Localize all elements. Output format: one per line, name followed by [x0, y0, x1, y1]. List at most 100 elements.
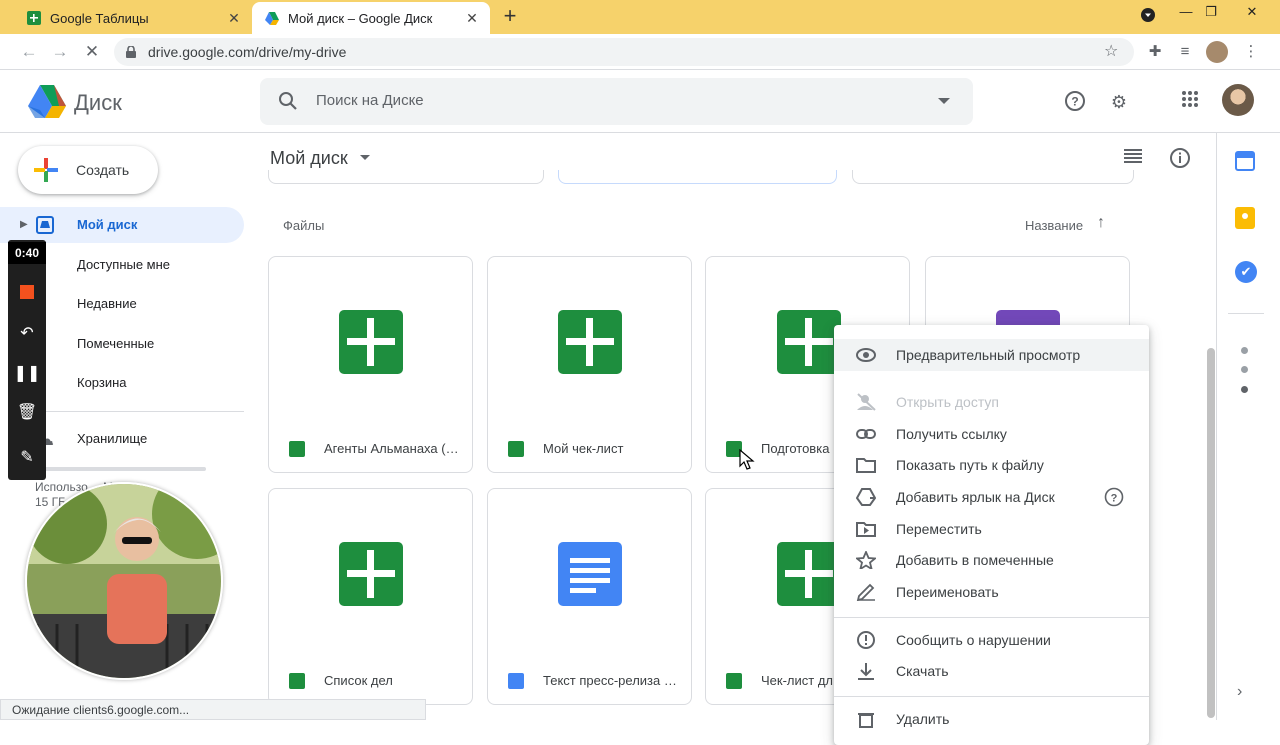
folder-card-partial[interactable]: [558, 170, 837, 184]
tab-close-icon[interactable]: ✕: [222, 10, 246, 27]
rail-dot-icon[interactable]: [1241, 347, 1248, 354]
sidebar-item-label: Хранилище: [77, 431, 148, 446]
drive-favicon-icon: [265, 12, 279, 25]
url-text: drive.google.com/drive/my-drive: [148, 44, 347, 60]
file-card[interactable]: Список дел: [268, 488, 473, 705]
menu-item-star[interactable]: Добавить в помеченные: [834, 544, 1149, 576]
pen-icon[interactable]: ✎: [8, 440, 46, 476]
bookmark-star-icon[interactable]: ☆: [1104, 38, 1118, 66]
pause-icon[interactable]: ❚❚: [8, 356, 46, 392]
menu-item-show-location[interactable]: Показать путь к файлу: [834, 449, 1149, 481]
extensions-puzzle-icon[interactable]: ✚: [1144, 41, 1166, 63]
drive-logo-icon[interactable]: [28, 85, 66, 118]
chrome-menu-icon[interactable]: ⋮: [1240, 41, 1262, 63]
keep-icon[interactable]: [1235, 207, 1255, 229]
calendar-icon[interactable]: [1235, 151, 1255, 171]
tab-google-sheets[interactable]: Google Таблицы ✕: [14, 2, 252, 34]
search-bar[interactable]: Поиск на Диске: [260, 78, 973, 125]
tab-close-icon[interactable]: ✕: [460, 10, 484, 27]
account-avatar[interactable]: [1222, 84, 1254, 116]
tasks-icon[interactable]: ✔: [1235, 261, 1257, 283]
search-options-dropdown-icon[interactable]: [938, 98, 950, 106]
main-scrollbar[interactable]: [1207, 348, 1215, 718]
sheets-thumbnail-icon: [777, 542, 841, 606]
file-name: Список дел: [324, 673, 393, 688]
info-icon[interactable]: [1169, 147, 1191, 169]
file-card[interactable]: Агенты Альманаха (…: [268, 256, 473, 473]
undo-icon[interactable]: ↶: [8, 316, 46, 352]
file-name: Агенты Альманаха (…: [324, 441, 459, 456]
tab-title: Google Таблицы: [50, 10, 149, 26]
title-dropdown-icon[interactable]: [360, 155, 370, 161]
section-label: Файлы: [283, 218, 325, 233]
back-arrow-icon[interactable]: ←: [17, 40, 41, 64]
menu-item-add-shortcut[interactable]: Добавить ярлык на Диск ?: [834, 481, 1149, 513]
sort-direction-arrow-icon[interactable]: ↑: [1097, 214, 1105, 232]
docs-thumbnail-icon: [558, 542, 622, 606]
file-thumbnail: [488, 257, 691, 422]
shortcut-icon: [856, 488, 876, 506]
folder-card-partial[interactable]: [268, 170, 544, 184]
help-icon[interactable]: ?: [1063, 90, 1087, 114]
media-controls-icon[interactable]: ≡: [1174, 41, 1196, 63]
menu-item-get-link[interactable]: Получить ссылку: [834, 418, 1149, 450]
trash-icon: [858, 713, 874, 728]
apps-grid-icon[interactable]: [1178, 90, 1202, 114]
tab-search-icon[interactable]: [1134, 4, 1162, 25]
sidebar-item-label: Доступные мне: [77, 257, 171, 272]
expand-arrow-icon[interactable]: ▶: [20, 207, 28, 243]
expand-panel-chevron-icon[interactable]: ›: [1237, 683, 1242, 701]
sheets-favicon-icon: [27, 11, 41, 25]
page-title[interactable]: Мой диск: [270, 148, 348, 169]
sheets-thumbnail-icon: [339, 542, 403, 606]
menu-item-rename[interactable]: Переименовать: [834, 576, 1149, 608]
trash-icon[interactable]: 🗑: [8, 395, 46, 431]
browser-toolbar: ← → ✕ drive.google.com/drive/my-drive ☆ …: [0, 34, 1280, 70]
file-card[interactable]: Текст пресс-релиза …: [487, 488, 692, 705]
create-button[interactable]: Создать: [18, 146, 158, 194]
storage-bar: [35, 467, 206, 471]
link-icon: [856, 429, 876, 439]
sidebar-divider: [35, 411, 244, 412]
new-tab-button[interactable]: +: [498, 5, 522, 29]
sidebar-item-label: Недавние: [77, 296, 137, 311]
drive-header: Диск Поиск на Диске ? ⚙: [0, 70, 1280, 133]
search-icon: [279, 92, 297, 110]
sidebar-item-my-drive[interactable]: ▶ Мой диск: [0, 207, 244, 243]
search-input[interactable]: Поиск на Диске: [316, 92, 424, 109]
eye-icon: [856, 348, 876, 362]
menu-item-preview[interactable]: Предварительный просмотр: [834, 339, 1149, 371]
record-stop-icon[interactable]: [8, 274, 46, 310]
file-thumbnail: [269, 489, 472, 654]
menu-item-download[interactable]: Скачать: [834, 655, 1149, 687]
plus-color-icon: [34, 158, 58, 182]
minimize-icon[interactable]: —: [1172, 4, 1200, 19]
profile-avatar-icon[interactable]: [1206, 41, 1228, 63]
stop-loading-icon[interactable]: ✕: [80, 40, 104, 64]
sidebar-item-label: Мой диск: [77, 217, 138, 232]
sort-label[interactable]: Название: [1025, 218, 1083, 233]
menu-item-report[interactable]: Сообщить о нарушении: [834, 624, 1149, 656]
forward-arrow-icon[interactable]: →: [48, 40, 72, 64]
tab-title: Мой диск – Google Диск: [288, 10, 433, 26]
close-window-icon[interactable]: ✕: [1238, 4, 1266, 20]
help-icon[interactable]: ?: [1104, 487, 1124, 507]
menu-item-share: Открыть доступ: [834, 386, 1149, 418]
download-icon: [858, 663, 874, 680]
tab-my-drive[interactable]: Мой диск – Google Диск ✕: [252, 2, 490, 34]
menu-item-move[interactable]: Переместить: [834, 513, 1149, 545]
settings-gear-icon[interactable]: ⚙: [1107, 90, 1131, 114]
file-card[interactable]: Мой чек-лист: [487, 256, 692, 473]
address-bar[interactable]: drive.google.com/drive/my-drive ☆: [114, 38, 1134, 66]
sidebar-item-label: Корзина: [77, 375, 127, 390]
menu-item-delete[interactable]: Удалить: [834, 703, 1149, 735]
rail-dot-icon[interactable]: [1241, 366, 1248, 373]
move-icon: [856, 522, 876, 537]
screen-recorder-toolbar: ↶ ❚❚ 🗑 ✎: [8, 240, 46, 480]
restore-icon[interactable]: ❐: [1197, 4, 1225, 20]
rail-dot-icon[interactable]: [1241, 386, 1248, 393]
context-menu: Предварительный просмотр Открыть доступ …: [834, 325, 1149, 745]
folder-card-partial[interactable]: [852, 170, 1134, 184]
list-view-icon[interactable]: [1124, 149, 1144, 165]
browser-tab-strip: Google Таблицы ✕ Мой диск – Google Диск …: [0, 0, 1280, 34]
